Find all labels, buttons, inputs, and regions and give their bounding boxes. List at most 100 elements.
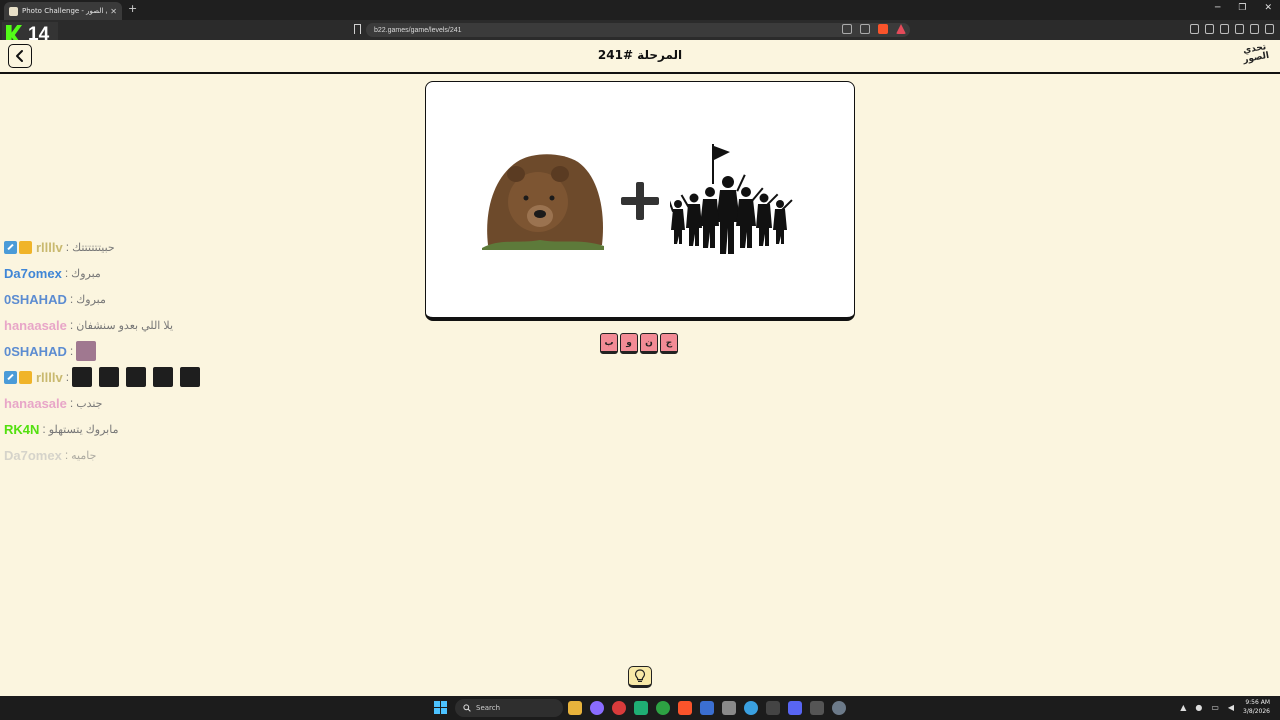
microphone-icon[interactable]: ●: [1195, 703, 1202, 712]
close-window-icon[interactable]: ✕: [1264, 3, 1272, 13]
chat-username: RK4N: [4, 421, 40, 437]
chat-username: rllllv: [36, 369, 63, 385]
vpn-icon[interactable]: [1250, 24, 1259, 34]
crown-badge-icon: [19, 370, 32, 384]
bookmark-icon[interactable]: [354, 24, 361, 34]
network-icon[interactable]: ▭: [1211, 703, 1219, 712]
chat-message: RK4N : مابروك يتستهلو: [4, 421, 119, 437]
emote-image: [76, 341, 97, 361]
taskbar-apps: [568, 701, 846, 715]
game-logo: تحدي الصور: [1242, 42, 1270, 66]
moderator-badge-icon: [4, 240, 17, 254]
letter-tile[interactable]: ب: [600, 333, 618, 354]
soldiers-silhouette-image: [670, 144, 793, 254]
app-icon[interactable]: [634, 701, 648, 715]
chat-text: مبروك: [71, 267, 101, 280]
back-button[interactable]: [8, 44, 32, 68]
chat-username: rllllv: [36, 239, 63, 255]
media-icon[interactable]: [1190, 24, 1199, 34]
menu-icon[interactable]: [1265, 24, 1274, 34]
url-field[interactable]: b22.games/game/levels/241: [366, 23, 910, 37]
leo-icon[interactable]: [1235, 24, 1244, 34]
browser-toolbar-icons: [1190, 24, 1274, 34]
chat-message: 0SHAHAD : مبروك: [4, 291, 106, 307]
emote-image: [180, 367, 201, 387]
chat-text: يلا اللي بعدو سنشفان: [76, 319, 174, 332]
letter-tile[interactable]: ن: [640, 333, 658, 354]
start-windows-icon[interactable]: [434, 701, 447, 714]
chat-message: hanaasale : جندب: [4, 395, 103, 411]
windows-taskbar: Search ▲ ● ▭ ◀ 9:56 AM 3/8/2026: [0, 696, 1280, 720]
chat-message: Da7omex : مبروك: [4, 265, 101, 281]
bear-image: [482, 154, 604, 250]
letter-tile[interactable]: ج: [660, 333, 678, 354]
address-bar-icons: [842, 24, 906, 34]
chat-text: مابروك يتستهلو: [48, 423, 119, 436]
emote-image: [72, 367, 93, 387]
new-tab-icon[interactable]: +: [128, 3, 137, 15]
app-icon[interactable]: [612, 701, 626, 715]
brave-shield-icon[interactable]: [878, 24, 888, 34]
chat-username: 0SHAHAD: [4, 343, 67, 359]
url-text: b22.games/game/levels/241: [374, 26, 462, 34]
chat-message: hanaasale : يلا اللي بعدو سنشفان: [4, 317, 174, 333]
rewards-icon[interactable]: [896, 24, 906, 34]
restore-icon[interactable]: ❐: [1238, 3, 1246, 13]
browser-tab[interactable]: Photo Challenge - تحدي الصور ✕: [4, 2, 122, 20]
wallet-icon[interactable]: [1220, 24, 1229, 34]
emote-image: [99, 367, 120, 387]
chevron-up-icon[interactable]: ▲: [1180, 703, 1186, 712]
tab-favicon-icon: [9, 6, 18, 16]
answer-row: ب و ن ج: [600, 333, 678, 354]
chat-username: Da7omex: [4, 265, 62, 281]
crown-badge-icon: [19, 240, 32, 254]
clock[interactable]: 9:56 AM 3/8/2026: [1243, 698, 1270, 716]
tab-close-icon[interactable]: ✕: [110, 7, 117, 16]
browser-address-bar: b22.games/game/levels/241: [0, 20, 1280, 40]
clock-time: 9:56 AM: [1245, 699, 1270, 706]
emote-image: [126, 367, 147, 387]
chevron-left-icon: [16, 50, 23, 62]
file-explorer-icon[interactable]: [568, 701, 582, 715]
sidebar-icon[interactable]: [1205, 24, 1214, 34]
chat-username: 0SHAHAD: [4, 291, 67, 307]
chat-username: hanaasale: [4, 317, 67, 333]
taskbar-search[interactable]: Search: [455, 699, 563, 717]
emote-image: [153, 367, 174, 387]
letter-tile[interactable]: و: [620, 333, 638, 354]
share-icon[interactable]: [860, 24, 870, 34]
xbox-icon[interactable]: [656, 701, 670, 715]
window-controls: ─ ❐ ✕: [1215, 3, 1272, 13]
app-icon[interactable]: [700, 701, 714, 715]
app-icon[interactable]: [722, 701, 736, 715]
chat-username: hanaasale: [4, 395, 67, 411]
settings-icon[interactable]: [832, 701, 846, 715]
chat-message: rllllv : حبيتتتتتتك: [4, 237, 115, 257]
chat-message: 0SHAHAD :: [4, 341, 103, 361]
chat-message: rllllv :: [4, 367, 207, 387]
chat-text: حبيتتتتتتك: [72, 241, 115, 254]
level-title: المرحلة #241: [597, 48, 683, 62]
app-icon[interactable]: [590, 701, 604, 715]
browser-tab-bar: Photo Challenge - تحدي الصور ✕ + ─ ❐ ✕: [0, 0, 1280, 20]
tab-title: Photo Challenge - تحدي الصور: [22, 7, 107, 15]
system-tray: ▲ ● ▭ ◀ 9:56 AM 3/8/2026: [1180, 698, 1270, 716]
translate-icon[interactable]: [842, 24, 852, 34]
puzzle-card: [425, 81, 855, 321]
app-icon[interactable]: [766, 701, 780, 715]
app-icon[interactable]: [810, 701, 824, 715]
chat-username: Da7omex: [4, 447, 62, 463]
clock-date: 3/8/2026: [1243, 708, 1270, 715]
minimize-icon[interactable]: ─: [1215, 3, 1220, 13]
hint-button[interactable]: [628, 666, 652, 688]
app-icon[interactable]: [744, 701, 758, 715]
volume-icon[interactable]: ◀: [1228, 703, 1234, 712]
plus-icon: [621, 182, 659, 220]
chat-text: جاميه: [71, 449, 97, 462]
chat-message: Da7omex : جاميه: [4, 447, 97, 463]
brave-browser-icon[interactable]: [678, 701, 692, 715]
moderator-badge-icon: [4, 370, 17, 384]
app-icon[interactable]: [788, 701, 802, 715]
lightbulb-icon: [634, 669, 646, 682]
search-label: Search: [476, 704, 501, 712]
